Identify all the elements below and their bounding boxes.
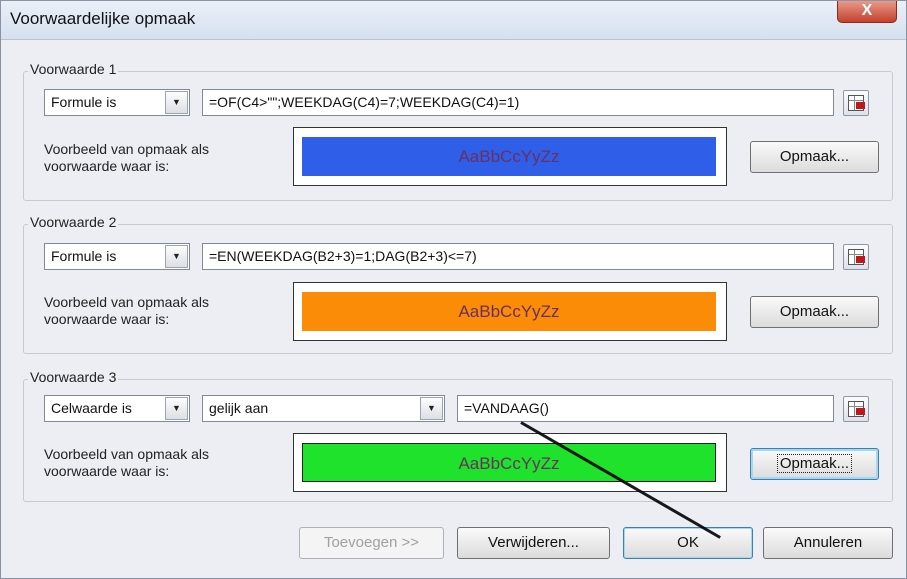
chevron-down-icon[interactable]: ▼ (165, 245, 188, 268)
add-button[interactable]: Toevoegen >> (299, 527, 444, 559)
condition-2-type-select[interactable]: Formule is ▼ (44, 243, 190, 270)
condition-1-label: Voorwaarde 1 (28, 61, 119, 77)
condition-3-label: Voorwaarde 3 (28, 369, 119, 385)
cancel-button[interactable]: Annuleren (763, 527, 893, 559)
condition-3-value-input[interactable]: =VANDAAG() (457, 395, 834, 422)
dialog-title: Voorwaardelijke opmaak (10, 9, 196, 28)
condition-3-preview-swatch: AaBbCcYyZz (302, 443, 716, 482)
condition-3-type-value: Celwaarde is (51, 400, 132, 416)
condition-1-type-value: Formule is (51, 94, 117, 110)
cell-reference-button[interactable] (843, 90, 869, 116)
condition-2-preview-swatch: AaBbCcYyZz (302, 292, 716, 331)
condition-2-preview: AaBbCcYyZz (293, 282, 727, 341)
condition-1-format-button[interactable]: Opmaak... (750, 141, 879, 173)
cell-reference-button[interactable] (843, 244, 869, 270)
remove-button[interactable]: Verwijderen... (457, 527, 610, 559)
chevron-down-icon[interactable]: ▼ (165, 397, 188, 420)
condition-2-formula-input[interactable]: =EN(WEEKDAG(B2+3)=1;DAG(B2+3)<=7) (202, 243, 834, 270)
ok-button[interactable]: OK (623, 527, 753, 559)
cell-reference-button[interactable] (843, 396, 869, 422)
condition-1-type-select[interactable]: Formule is ▼ (44, 89, 190, 116)
condition-1-preview-swatch: AaBbCcYyZz (302, 137, 716, 176)
title-bar: Voorwaardelijke opmaak X (1, 1, 906, 40)
condition-3-type-select[interactable]: Celwaarde is ▼ (44, 395, 190, 422)
condition-2-preview-label: Voorbeeld van opmaak als voorwaarde waar… (44, 294, 209, 327)
conditional-formatting-dialog: Voorwaardelijke opmaak X Voorwaarde 1 Fo… (0, 0, 907, 579)
condition-1-preview-label: Voorbeeld van opmaak als voorwaarde waar… (44, 141, 209, 174)
condition-1-formula-input[interactable]: =OF(C4>"";WEEKDAG(C4)=7;WEEKDAG(C4)=1) (202, 89, 834, 116)
condition-2-label: Voorwaarde 2 (28, 214, 119, 230)
condition-3-preview: AaBbCcYyZz (293, 433, 727, 492)
condition-3-format-button[interactable]: Opmaak... (750, 448, 879, 480)
condition-3-operator-select[interactable]: gelijk aan ▼ (202, 395, 445, 422)
close-button[interactable]: X (837, 1, 897, 23)
condition-1-preview: AaBbCcYyZz (293, 127, 727, 186)
condition-3-preview-label: Voorbeeld van opmaak als voorwaarde waar… (44, 446, 209, 479)
chevron-down-icon[interactable]: ▼ (165, 91, 188, 114)
condition-2-format-button[interactable]: Opmaak... (750, 296, 879, 328)
condition-3-operator-value: gelijk aan (209, 400, 269, 416)
condition-2-type-value: Formule is (51, 248, 117, 264)
chevron-down-icon[interactable]: ▼ (420, 397, 443, 420)
